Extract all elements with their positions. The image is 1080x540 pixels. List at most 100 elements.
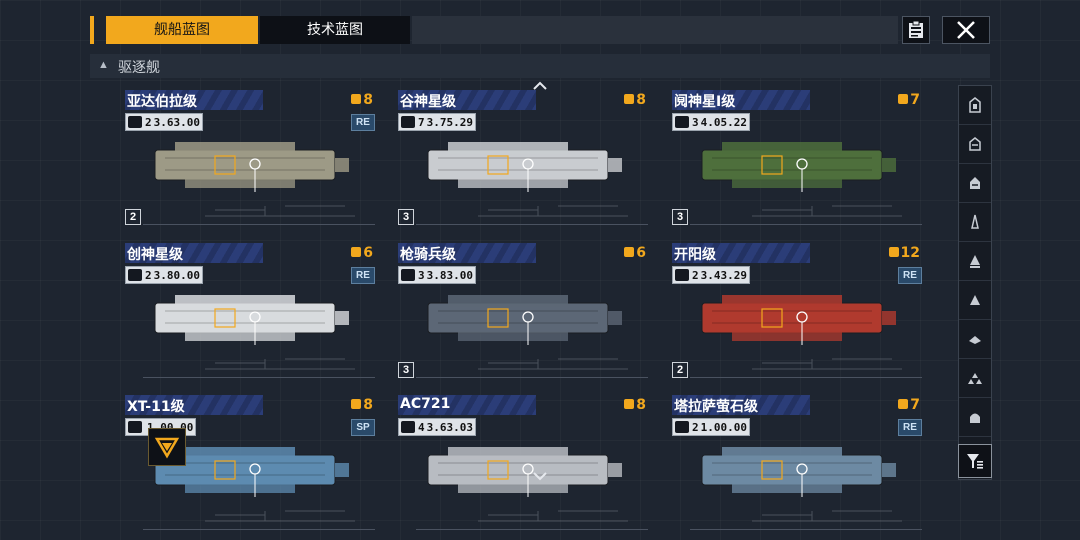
ship-card[interactable]: AC721 8 4 3.63.03 <box>398 395 648 540</box>
close-icon <box>957 21 975 39</box>
stat-rank: 2 <box>145 268 152 282</box>
ship-level-value: 8 <box>636 397 646 413</box>
filter-icon <box>967 454 983 469</box>
ship-level-value: 12 <box>900 245 920 261</box>
ship-stats: 2 1.00.00 <box>672 418 750 436</box>
blueprint-lines <box>205 358 355 370</box>
ship-tag: RE <box>898 419 922 436</box>
close-button[interactable] <box>942 16 990 44</box>
ship-stats: 3 3.83.00 <box>398 266 476 284</box>
card-divider <box>690 529 922 530</box>
sidebar-item-battleship[interactable] <box>959 164 991 203</box>
chevron-emblem-icon <box>154 437 180 459</box>
ship-image <box>427 447 622 497</box>
ship-level: 8 <box>351 397 373 413</box>
base-icon <box>970 413 980 423</box>
ship-card[interactable]: 开阳级 12 2 3.43.29 RE 2 <box>672 243 922 388</box>
category-header[interactable]: ▲ 驱逐舰 <box>90 54 990 78</box>
card-divider <box>690 377 922 378</box>
ship-image <box>701 447 896 497</box>
blueprint-lines <box>752 358 902 370</box>
sidebar-item-base[interactable] <box>959 398 991 437</box>
ship-rank-badge: 3 <box>398 209 414 225</box>
corvette-icon <box>970 295 980 305</box>
scroll-down-icon[interactable] <box>532 470 548 482</box>
ship-level: 8 <box>351 92 373 108</box>
stat-value: 3.75.29 <box>426 115 473 129</box>
ship-card[interactable]: XT-11级 8 1.00.00 SP <box>125 395 375 540</box>
tab-ship-blueprint[interactable]: 舰船蓝图 <box>106 16 258 44</box>
ship-rank-badge: 3 <box>398 362 414 378</box>
weapon-type-icon <box>401 269 415 281</box>
blueprint-lines <box>478 358 628 370</box>
sidebar-item-carrier[interactable] <box>959 86 991 125</box>
ship-rank-badge: 3 <box>672 209 688 225</box>
card-divider <box>143 377 375 378</box>
sidebar-item-aircraft[interactable] <box>959 320 991 359</box>
blueprint-lines <box>478 205 628 217</box>
ship-type-sidebar <box>958 85 992 480</box>
tab-tech-blueprint[interactable]: 技术蓝图 <box>260 16 410 44</box>
weapon-type-icon <box>128 421 142 433</box>
category-label: 驱逐舰 <box>118 60 160 76</box>
weapon-type-icon <box>675 116 689 128</box>
ship-card[interactable]: 创神星级 6 2 3.80.00 RE <box>125 243 375 388</box>
stat-rank: 3 <box>692 115 699 129</box>
blueprint-coin-icon <box>898 399 909 409</box>
ship-name: 亚达伯拉级 <box>127 94 197 110</box>
weapon-type-icon <box>401 116 415 128</box>
blueprint-lines <box>752 510 902 522</box>
filter-button[interactable] <box>958 444 992 478</box>
stat-value: 3.63.00 <box>153 115 200 129</box>
special-badge[interactable] <box>148 428 186 466</box>
sidebar-item-frigate[interactable] <box>959 203 991 242</box>
top-bar-fill <box>412 16 898 44</box>
ship-card[interactable]: 谷神星级 8 7 3.75.29 3 <box>398 90 648 235</box>
blueprint-coin-icon <box>351 247 362 257</box>
ship-level: 8 <box>624 397 646 413</box>
weapon-type-icon <box>128 269 142 281</box>
sidebar-item-destroyer[interactable] <box>959 242 991 281</box>
stat-value: 3.43.29 <box>700 268 747 282</box>
ship-name: 枪骑兵级 <box>400 247 456 263</box>
ship-level: 7 <box>898 92 920 108</box>
ship-card[interactable]: 枪骑兵级 6 3 3.83.00 3 <box>398 243 648 388</box>
stat-value: 3.80.00 <box>153 268 200 282</box>
blueprint-coin-icon <box>351 399 362 409</box>
ship-level: 8 <box>624 92 646 108</box>
blueprint-coin-icon <box>624 94 635 104</box>
blueprint-coin-icon <box>624 399 635 409</box>
cruiser-icon <box>969 137 981 151</box>
ship-card[interactable]: 阋神星I级 7 3 4.05.22 3 <box>672 90 922 235</box>
stat-value: 4.05.22 <box>700 115 747 129</box>
notes-button[interactable] <box>902 16 930 44</box>
stat-value: 3.83.00 <box>426 268 473 282</box>
sidebar-item-support[interactable] <box>959 359 991 398</box>
ship-card[interactable]: 塔拉萨萤石级 7 2 1.00.00 RE <box>672 395 922 540</box>
ship-image <box>701 295 896 345</box>
ship-level: 7 <box>898 397 920 413</box>
ship-stats: 2 3.80.00 <box>125 266 203 284</box>
card-divider <box>416 224 648 225</box>
ship-tag: RE <box>898 267 922 284</box>
ship-card[interactable]: 亚达伯拉级 8 2 3.63.00 RE 2 <box>125 90 375 235</box>
ship-level: 12 <box>888 245 920 261</box>
ship-stats: 4 3.63.03 <box>398 418 476 436</box>
sidebar-item-corvette[interactable] <box>959 281 991 320</box>
stat-rank: 2 <box>692 420 699 434</box>
top-accent <box>90 16 94 44</box>
support-icon <box>968 373 982 384</box>
blueprint-lines <box>752 205 902 217</box>
sidebar-item-cruiser[interactable] <box>959 125 991 164</box>
ship-level-value: 6 <box>636 245 646 261</box>
ship-rank-badge: 2 <box>672 362 688 378</box>
ship-name: XT-11级 <box>127 399 185 415</box>
card-divider <box>416 529 648 530</box>
blueprint-coin-icon <box>624 247 635 257</box>
stat-rank: 2 <box>145 115 152 129</box>
ship-stats: 7 3.75.29 <box>398 113 476 131</box>
card-divider <box>690 224 922 225</box>
battleship-icon <box>970 177 980 189</box>
ship-level-value: 8 <box>363 92 373 108</box>
ship-name: 开阳级 <box>674 247 716 263</box>
